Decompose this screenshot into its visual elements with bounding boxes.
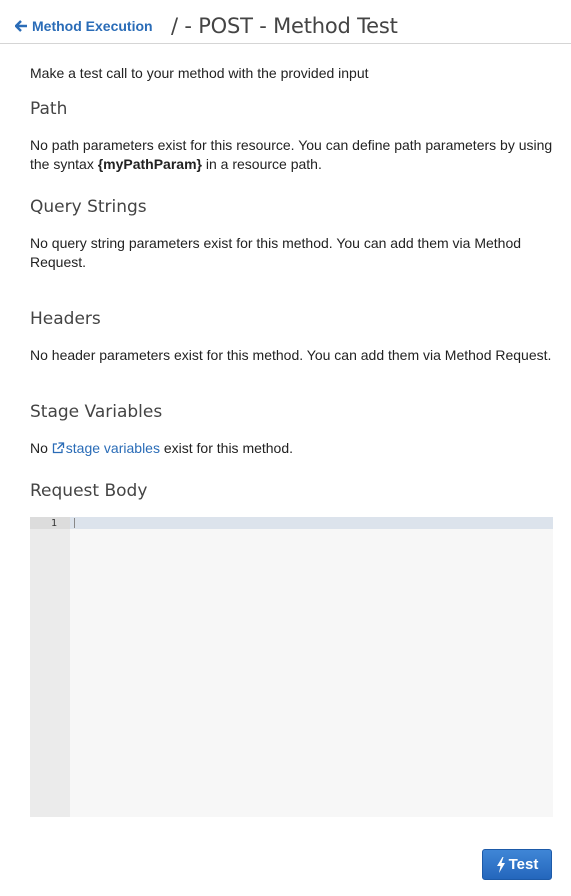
bolt-icon [496, 856, 505, 873]
back-to-method-execution-link[interactable]: Method Execution [15, 18, 153, 34]
request-body-editor[interactable]: 1 [30, 517, 553, 817]
path-section-text: No path parameters exist for this resour… [30, 136, 555, 174]
headers-section-text: No header parameters exist for this meth… [30, 347, 552, 363]
path-text-after: in a resource path. [201, 156, 322, 172]
stage-variables-link-label[interactable]: stage variables [66, 440, 160, 456]
query-strings-section-title: Query Strings [30, 197, 147, 217]
editor-active-line [30, 517, 553, 529]
back-link-label[interactable]: Method Execution [32, 18, 153, 34]
request-body-section-title: Request Body [30, 481, 148, 501]
headers-section-title: Headers [30, 309, 101, 329]
arrow-left-icon [15, 20, 27, 32]
stage-variables-link[interactable]: stage variables [52, 440, 160, 456]
path-param-syntax: {myPathParam} [97, 156, 202, 172]
path-section-title: Path [30, 99, 68, 119]
stage-variables-section-text: No stage variables exist for this method… [30, 439, 555, 458]
test-button-label[interactable]: Test [509, 856, 539, 873]
query-strings-section-text: No query string parameters exist for thi… [30, 235, 522, 270]
external-link-icon [52, 442, 64, 454]
stage-variables-text-before: No [30, 440, 52, 456]
stage-variables-text-after: exist for this method. [159, 440, 294, 456]
intro-text: Make a test call to your method with the… [30, 65, 369, 81]
editor-cursor [74, 518, 75, 528]
editor-gutter: 1 [30, 517, 70, 817]
line-number: 1 [50, 518, 57, 529]
page-header: Method Execution / - POST - Method Test [0, 0, 571, 44]
test-button[interactable]: Test [482, 849, 552, 880]
stage-variables-section-title: Stage Variables [30, 402, 163, 422]
page-title: / - POST - Method Test [171, 14, 398, 38]
